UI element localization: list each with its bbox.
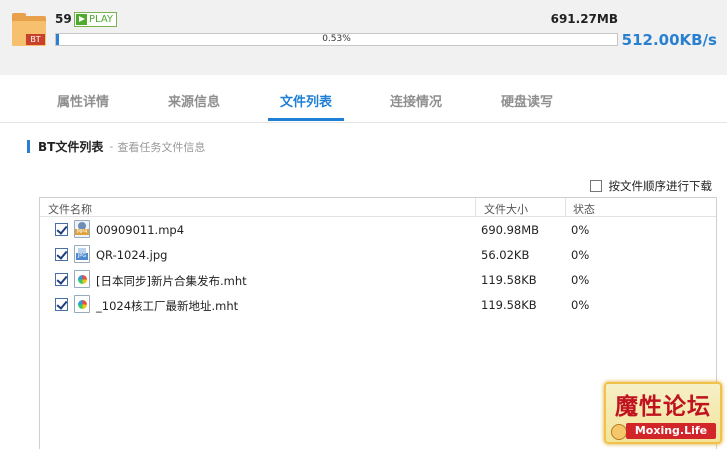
progress-percent: 0.53% (322, 34, 351, 44)
file-checkbox[interactable] (55, 223, 68, 236)
table-row[interactable]: _1024核工厂最新地址.mht 119.58KB 0% (40, 293, 716, 317)
tab-source[interactable]: 来源信息 (166, 91, 222, 110)
file-status: 0% (571, 273, 590, 287)
jpg-file-icon: JPG (74, 245, 90, 263)
watermark-site: Moxing.Life (626, 423, 716, 439)
column-header-size[interactable]: 文件大小 (484, 201, 528, 217)
file-status: 0% (571, 248, 590, 262)
file-status: 0% (571, 298, 590, 312)
file-name: QR-1024.jpg (96, 248, 168, 262)
mht-file-icon (74, 295, 90, 313)
file-size: 56.02KB (481, 248, 530, 262)
file-size: 119.58KB (481, 298, 537, 312)
play-label: PLAY (89, 14, 114, 25)
file-checkbox[interactable] (55, 248, 68, 261)
file-checkbox[interactable] (55, 298, 68, 311)
column-header-name[interactable]: 文件名称 (48, 201, 92, 217)
column-divider[interactable] (565, 198, 566, 217)
section-heading: BT文件列表 - 查看任务文件信息 (27, 138, 205, 155)
watermark-title: 魔性论坛 (615, 393, 711, 420)
sequential-download-option[interactable]: 按文件顺序进行下载 (589, 178, 713, 194)
file-size: 690.98MB (481, 223, 540, 237)
file-name: 00909011.mp4 (96, 223, 185, 237)
forum-watermark-logo: 魔性论坛 Moxing.Life (604, 382, 722, 444)
total-size: 691.27MB (550, 12, 618, 26)
section-title: BT文件列表 (38, 140, 104, 154)
file-size: 119.58KB (481, 273, 537, 287)
mascot-icon (611, 424, 627, 440)
task-header: BT 59 PLAY 691.27MB 0.53% 512.00KB/s (0, 0, 727, 75)
file-checkbox[interactable] (55, 273, 68, 286)
section-separator: - (109, 140, 114, 153)
tab-file-list[interactable]: 文件列表 (278, 91, 334, 110)
column-header-status[interactable]: 状态 (573, 201, 595, 217)
tab-connections[interactable]: 连接情况 (388, 91, 444, 110)
tab-properties[interactable]: 属性详情 (55, 91, 111, 110)
sequential-download-label: 按文件顺序进行下载 (608, 179, 713, 193)
table-row[interactable]: MP4 00909011.mp4 690.98MB 0% (40, 218, 716, 242)
download-progress-bar: 0.53% (55, 33, 618, 46)
sequential-download-checkbox[interactable] (589, 180, 602, 192)
file-name: [日本同步]新片合集发布.mht (96, 274, 247, 288)
mp4-file-icon: MP4 (74, 220, 90, 238)
column-divider[interactable] (475, 198, 476, 217)
bt-badge: BT (26, 34, 45, 45)
section-subtitle: 查看任务文件信息 (117, 140, 206, 154)
play-button[interactable]: PLAY (74, 12, 118, 27)
active-tab-indicator (268, 118, 344, 121)
task-count: 59 (55, 12, 72, 26)
detail-tabs: 属性详情 来源信息 文件列表 连接情况 硬盘读写 (0, 76, 727, 123)
table-header: 文件名称 文件大小 状态 (40, 198, 716, 217)
tab-disk-io[interactable]: 硬盘读写 (499, 91, 555, 110)
file-name: _1024核工厂最新地址.mht (96, 299, 239, 313)
play-icon (76, 14, 87, 25)
file-status: 0% (571, 223, 590, 237)
table-row[interactable]: [日本同步]新片合集发布.mht 119.58KB 0% (40, 268, 716, 292)
download-speed: 512.00KB/s (621, 31, 717, 49)
bt-folder-icon: BT (12, 13, 46, 46)
section-marker (27, 140, 30, 153)
mht-file-icon (74, 270, 90, 288)
table-row[interactable]: JPG QR-1024.jpg 56.02KB 0% (40, 243, 716, 267)
